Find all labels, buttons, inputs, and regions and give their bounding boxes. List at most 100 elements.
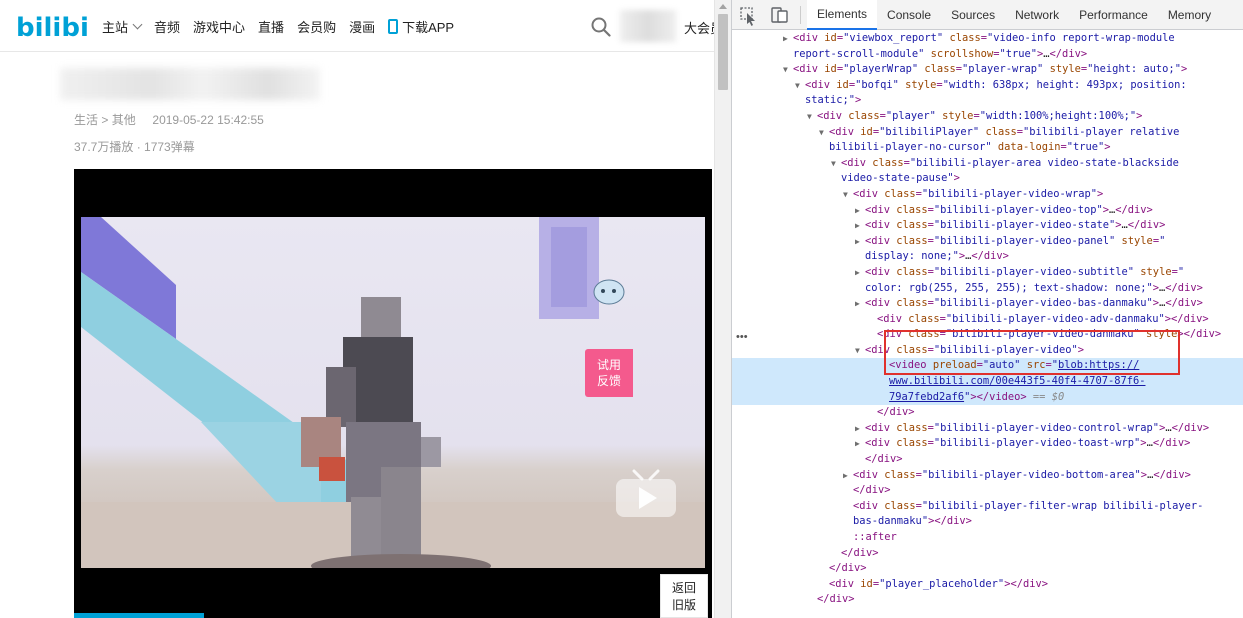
elements-dom-tree[interactable]: ▶ <div id="viewbox_report" class="video-i… [732,31,1243,618]
breadcrumb: 生活 > 其他 2019-05-22 15:42:55 [74,111,264,128]
dom-node-line[interactable]: ▼ <div class="bilibili-player-video-wrap"… [732,187,1243,203]
back-to-old-version-button[interactable]: 返回 旧版 [660,574,708,618]
expand-triangle-icon[interactable]: ▶ [855,203,865,219]
dom-node-line[interactable]: <div class="bilibili-player-filter-wrap … [732,499,1243,515]
breadcrumb-subcategory[interactable]: 其他 [112,113,136,127]
nav-item-3[interactable]: 直播 [258,17,284,36]
scroll-thumb[interactable] [718,14,728,90]
dom-node-line[interactable]: ▶ <div id="viewbox_report" class="video-i… [732,31,1243,47]
tab-console[interactable]: Console [877,0,941,30]
nav-item-4[interactable]: 会员购 [297,17,336,36]
dom-node-line[interactable]: static;"> [732,93,1243,109]
collapse-triangle-icon[interactable]: ▼ [795,78,805,94]
dom-node-line[interactable]: bas-danmaku"></div> [732,514,1243,530]
dom-node-line[interactable]: www.bilibili.com/00e443f5-40f4-4707-87f6… [732,374,1243,390]
dom-node-line[interactable]: ::after [732,530,1243,546]
dom-node-line[interactable]: ▼ <div class="bilibili-player-video"> [732,343,1243,359]
dom-node-line[interactable]: </div> [732,405,1243,421]
expand-triangle-icon[interactable]: ▶ [855,265,865,281]
more-options-icon[interactable]: ••• [736,331,748,343]
dom-node-markup: </div> [829,562,867,575]
expand-triangle-icon[interactable]: ▶ [855,234,865,250]
nav-item-6[interactable]: 下载APP [388,17,454,36]
dom-node-line[interactable]: </div> [732,546,1243,562]
nav-item-1[interactable]: 音频 [154,17,180,36]
dom-node-line[interactable]: <div class="bilibili-player-video-adv-da… [732,312,1243,328]
collapse-triangle-icon[interactable]: ▼ [855,343,865,359]
svg-text:bilibili: bilibili [16,13,88,43]
tab-memory[interactable]: Memory [1158,0,1221,30]
dom-node-line[interactable]: report-scroll-module" scrollshow="true">… [732,47,1243,63]
dom-node-markup: <div class="bilibili-player-video-wrap"> [853,187,1104,200]
dom-node-line[interactable]: ▶ <div class="bilibili-player-video-subti… [732,265,1243,281]
dom-node-line[interactable]: </div> [732,561,1243,577]
dom-node-line[interactable]: ▶ <div class="bilibili-player-video-contr… [732,421,1243,437]
collapse-triangle-icon[interactable]: ▼ [783,62,793,78]
nav-item-0[interactable]: 主站 [102,17,143,36]
site-header: bilibili 主站音频游戏中心直播会员购漫画下载APP 大会员 [0,0,731,52]
dom-node-line[interactable]: ▶ <div class="bilibili-player-video-bas-d… [732,296,1243,312]
dom-node-line[interactable]: 79a7febd2af6"></video> == $0 [732,389,1243,406]
scroll-up-arrow-icon[interactable] [719,4,727,9]
expand-triangle-icon[interactable]: ▶ [855,218,865,234]
device-toolbar-icon[interactable] [764,0,796,30]
dom-node-line[interactable]: color: rgb(255, 255, 255); text-shadow: … [732,281,1243,297]
dom-node-line[interactable]: ▼ <div id="playerWrap" class="player-wrap… [732,62,1243,78]
dom-node-line[interactable]: ▼ <div id="bofqi" style="width: 638px; he… [732,78,1243,94]
tab-network[interactable]: Network [1005,0,1069,30]
dom-node-line[interactable]: bilibili-player-no-cursor" data-login="t… [732,140,1243,156]
dom-node-line[interactable]: <div id="player_placeholder"></div> [732,577,1243,593]
breadcrumb-category[interactable]: 生活 [74,113,98,127]
expand-triangle-icon[interactable]: ▶ [855,296,865,312]
dom-node-line[interactable]: </div> [732,452,1243,468]
danmaku-count: 1773弹幕 [144,140,195,154]
nav-item-5[interactable]: 漫画 [349,17,375,36]
tab-sources[interactable]: Sources [941,0,1005,30]
dom-node-markup: bas-danmaku"></div> [853,515,972,528]
expand-triangle-icon[interactable]: ▶ [843,468,853,484]
play-button-icon[interactable] [614,469,678,519]
dom-node-line[interactable]: ▶ <div class="bilibili-player-video-botto… [732,468,1243,484]
nav-item-2[interactable]: 游戏中心 [193,17,245,36]
search-icon[interactable] [591,17,611,37]
dom-node-line[interactable]: <video preload="auto" src="blob:https:// [732,358,1243,375]
expand-triangle-icon[interactable]: ▶ [783,31,793,47]
feedback-line2: 反馈 [596,374,621,388]
collapse-triangle-icon[interactable]: ▼ [807,109,817,125]
dom-node-markup: <div class="bilibili-player-video-contro… [865,421,1210,434]
dom-node-markup: <div class="bilibili-player-video-state"… [865,219,1166,232]
bilibili-logo[interactable]: bilibili [16,8,88,44]
dom-node-markup: <div class="bilibili-player-video-adv-da… [877,312,1209,325]
inspect-icon[interactable] [732,0,764,30]
page-scrollbar[interactable] [714,0,731,618]
dom-node-line[interactable]: ▶ <div class="bilibili-player-video-toast… [732,436,1243,452]
dom-node-line[interactable]: ▶ <div class="bilibili-player-video-state… [732,218,1243,234]
dom-node-markup: <div class="bilibili-player-video"> [865,343,1084,356]
dom-node-markup: <div class="player" style="width:100%;he… [817,109,1143,122]
dom-node-line[interactable]: ▶ <div class="bilibili-player-video-panel… [732,234,1243,250]
dom-node-line[interactable]: video-state-pause"> [732,171,1243,187]
devtools-tab-list: Elements Console Sources Network Performance… [807,0,1221,30]
dom-node-line[interactable]: ▼ <div class="bilibili-player-area video-… [732,156,1243,172]
dom-node-line[interactable]: ▼ <div class="player" style="width:100%;h… [732,109,1243,125]
dom-node-line[interactable]: <div class="bilibili-player-video-danmak… [732,327,1243,343]
tab-performance[interactable]: Performance [1069,0,1158,30]
dom-node-line[interactable]: ▶ <div class="bilibili-player-video-top">… [732,203,1243,219]
dom-node-line[interactable]: </div> [732,483,1243,499]
dom-node-markup: report-scroll-module" scrollshow="true">… [793,47,1088,60]
back-old-line1: 返回 [671,581,696,595]
dom-node-markup: video-state-pause"> [841,172,960,185]
back-old-line2: 旧版 [671,598,696,612]
collapse-triangle-icon[interactable]: ▼ [843,187,853,203]
dom-node-line[interactable]: </div> [732,592,1243,608]
expand-triangle-icon[interactable]: ▶ [855,421,865,437]
top-nav: 主站 音频 游戏中心 直播 会员购 漫画 下载APP [102,0,467,52]
feedback-button[interactable]: 试用 反馈 [585,349,633,397]
dom-node-markup: color: rgb(255, 255, 255); text-shadow: … [865,281,1203,294]
collapse-triangle-icon[interactable]: ▼ [831,156,841,172]
dom-node-line[interactable]: ▼ <div id="bilibiliPlayer" class="bilibil… [732,125,1243,141]
collapse-triangle-icon[interactable]: ▼ [819,125,829,141]
tab-elements[interactable]: Elements [807,0,878,30]
dom-node-line[interactable]: display: none;">…</div> [732,249,1243,265]
expand-triangle-icon[interactable]: ▶ [855,436,865,452]
